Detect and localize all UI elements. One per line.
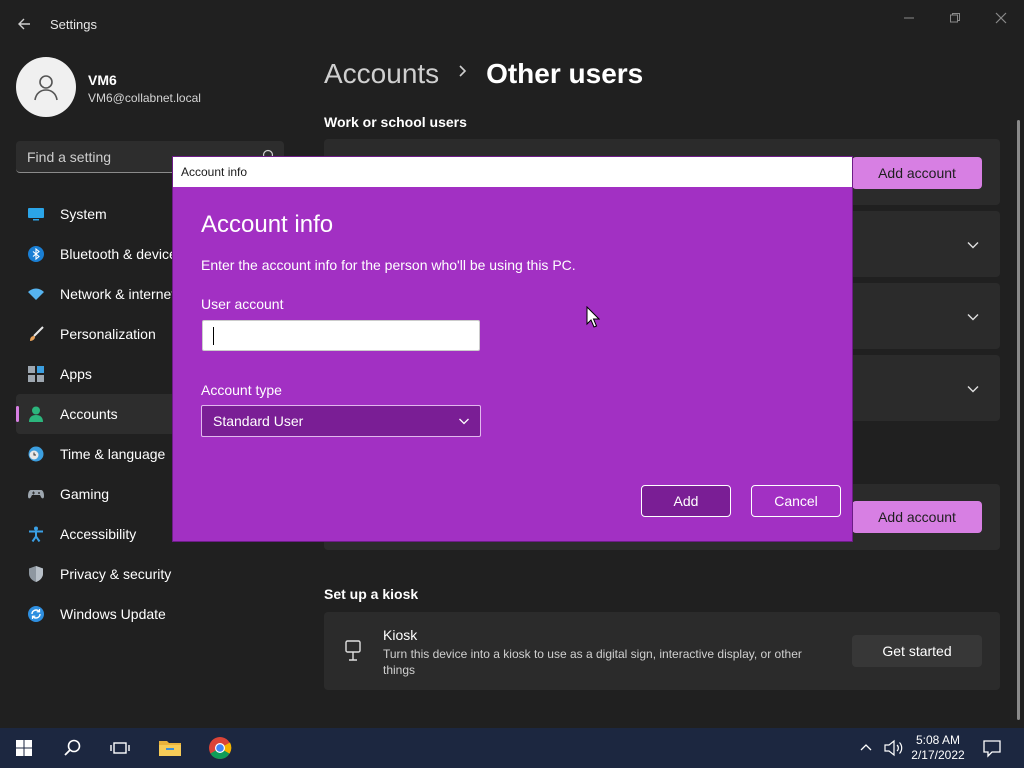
taskbar: 5:08 AM 2/17/2022 <box>0 728 1024 768</box>
account-type-select[interactable]: Standard User <box>201 405 481 437</box>
sidebar-item-label: Accessibility <box>60 526 137 542</box>
sidebar-item-label: Accounts <box>60 406 118 422</box>
app-title: Settings <box>50 17 97 32</box>
minimize-button[interactable] <box>886 6 932 30</box>
gamepad-icon <box>28 490 44 499</box>
accessibility-icon <box>29 526 43 542</box>
chevron-down-icon <box>967 314 979 321</box>
back-arrow-icon <box>18 18 30 30</box>
account-info-dialog: Account info Account info Enter the acco… <box>172 156 853 542</box>
maximize-button[interactable] <box>932 6 978 30</box>
user-account-input[interactable] <box>202 320 480 351</box>
shield-icon <box>29 566 43 582</box>
sidebar-item-label: Network & internet <box>60 286 176 302</box>
chrome-icon[interactable] <box>208 736 232 760</box>
chevron-right-icon <box>458 61 468 82</box>
add-other-account-button[interactable]: Add account <box>852 501 982 533</box>
page-title: Other users <box>486 58 644 89</box>
brush-icon <box>30 326 44 341</box>
scrollbar[interactable] <box>1017 120 1020 720</box>
sidebar-item-label: Personalization <box>60 326 156 342</box>
kiosk-title: Kiosk <box>383 627 418 643</box>
chevron-up-icon[interactable] <box>858 736 874 760</box>
breadcrumb: Accounts Other users <box>324 58 643 98</box>
restore-icon <box>950 13 960 23</box>
chevron-down-icon <box>459 418 469 425</box>
sidebar-item-label: Gaming <box>60 486 110 502</box>
work-school-heading: Work or school users <box>324 114 467 130</box>
dialog-description: Enter the account info for the person wh… <box>201 257 576 273</box>
sidebar-item-label: Apps <box>60 366 92 382</box>
get-started-button[interactable]: Get started <box>852 635 982 667</box>
account-type-value: Standard User <box>213 413 304 429</box>
title-bar: Settings <box>0 0 1024 48</box>
dialog-title-bar: Account info <box>173 157 852 187</box>
kiosk-icon <box>345 640 361 661</box>
apps-icon <box>28 366 44 382</box>
sidebar-item-label: Windows Update <box>60 606 166 622</box>
file-explorer-icon[interactable] <box>158 736 182 760</box>
update-icon <box>28 606 44 622</box>
sidebar-item-windows-update[interactable]: Windows Update <box>16 594 284 634</box>
chevron-down-icon <box>967 386 979 393</box>
sidebar-item-label: Bluetooth & devices <box>60 246 184 262</box>
tray-date: 2/17/2022 <box>911 748 965 762</box>
close-icon <box>995 12 1007 24</box>
account-type-label: Account type <box>201 382 282 398</box>
search-icon[interactable] <box>60 736 84 760</box>
person-icon <box>29 406 43 422</box>
notification-icon[interactable] <box>980 736 1004 760</box>
mouse-cursor-icon <box>586 306 600 328</box>
avatar[interactable] <box>16 57 76 117</box>
user-name: VM6 <box>88 72 117 88</box>
wifi-icon <box>28 288 44 300</box>
breadcrumb-accounts[interactable]: Accounts <box>324 58 439 89</box>
windows-start-icon[interactable] <box>12 736 36 760</box>
close-button[interactable] <box>978 6 1024 30</box>
monitor-icon <box>28 208 44 221</box>
volume-icon[interactable] <box>882 736 904 760</box>
back-button[interactable] <box>12 12 36 36</box>
user-email: VM6@collabnet.local <box>88 91 201 105</box>
search-placeholder: Find a setting <box>27 149 112 165</box>
sidebar-item-label: System <box>60 206 107 222</box>
sidebar-item-label: Privacy & security <box>60 566 172 582</box>
tray-clock[interactable]: 5:08 AM 2/17/2022 <box>903 733 973 763</box>
minimize-icon <box>904 17 914 19</box>
tray-time: 5:08 AM <box>915 733 961 747</box>
bluetooth-icon <box>28 246 44 262</box>
dialog-heading: Account info <box>201 211 334 238</box>
person-icon <box>34 75 58 101</box>
text-caret <box>213 327 214 345</box>
add-work-account-button[interactable]: Add account <box>852 157 982 189</box>
dialog-window-title: Account info <box>181 165 248 179</box>
sidebar-item-label: Time & language <box>60 446 166 462</box>
chevron-down-icon <box>967 242 979 249</box>
user-account-label: User account <box>201 296 284 312</box>
kiosk-description: Turn this device into a kiosk to use as … <box>383 647 802 677</box>
kiosk-heading: Set up a kiosk <box>324 586 419 602</box>
cancel-button[interactable]: Cancel <box>751 485 841 517</box>
kiosk-card: Kiosk Turn this device into a kiosk to u… <box>324 612 1000 690</box>
clock-globe-icon <box>28 446 44 462</box>
add-button[interactable]: Add <box>641 485 731 517</box>
task-view-icon[interactable] <box>108 736 132 760</box>
sidebar-item-privacy[interactable]: Privacy & security <box>16 554 284 594</box>
